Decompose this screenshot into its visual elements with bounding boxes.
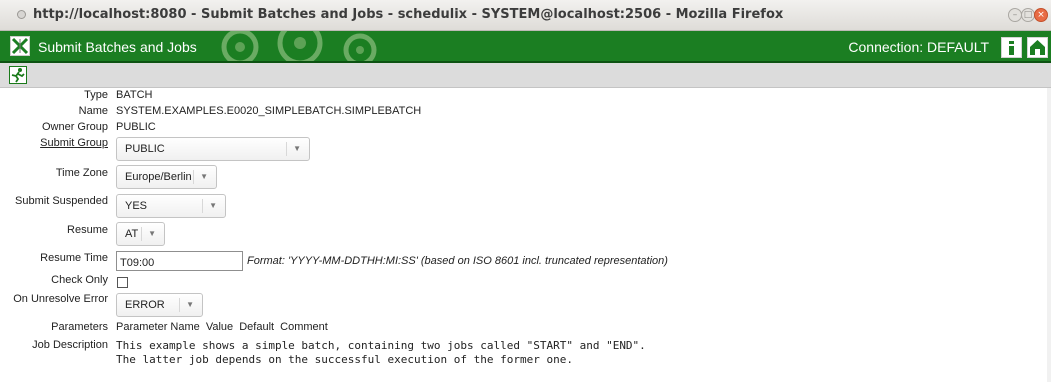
job-description-label: Job Description bbox=[32, 339, 108, 351]
submit-group-link[interactable]: Submit Group bbox=[40, 137, 108, 149]
param-col-comment: Comment bbox=[280, 321, 328, 333]
name-value: SYSTEM.EXAMPLES.E0020_SIMPLEBATCH.SIMPLE… bbox=[116, 105, 422, 117]
app-header: Submit Batches and Jobs Connection: DEFA… bbox=[0, 31, 1051, 63]
type-label: Type bbox=[84, 89, 108, 101]
resume-select[interactable]: AT ▼ bbox=[116, 222, 165, 246]
toolbar bbox=[0, 63, 1051, 88]
chevron-down-icon: ▼ bbox=[293, 144, 301, 153]
owner-group-value: PUBLIC bbox=[116, 121, 156, 133]
submit-group-selected: PUBLIC bbox=[125, 143, 165, 155]
name-label: Name bbox=[78, 105, 108, 117]
param-col-value: Value bbox=[205, 321, 234, 333]
parameters-table-header: Parameter Name Value Default Comment bbox=[116, 321, 331, 333]
on-unresolve-error-selected: ERROR bbox=[125, 299, 165, 311]
schedulix-logo-icon bbox=[10, 36, 30, 56]
run-submit-icon[interactable] bbox=[9, 66, 27, 84]
vertical-scrollbar[interactable] bbox=[1047, 88, 1051, 382]
window-title: http://localhost:8080 - Submit Batches a… bbox=[33, 7, 784, 22]
resume-time-label: Resume Time bbox=[40, 252, 108, 264]
check-only-checkbox[interactable] bbox=[117, 277, 128, 288]
connection-value: DEFAULT bbox=[927, 39, 989, 55]
parameters-label: Parameters bbox=[51, 321, 108, 333]
home-icon[interactable] bbox=[1027, 37, 1048, 58]
close-icon[interactable]: × bbox=[1034, 8, 1048, 22]
select-divider bbox=[193, 170, 194, 184]
app-title: Submit Batches and Jobs bbox=[38, 39, 197, 55]
connection-label: Connection: bbox=[848, 39, 924, 55]
chevron-down-icon: ▼ bbox=[200, 172, 208, 181]
submit-suspended-selected: YES bbox=[125, 200, 148, 212]
param-col-default: Default bbox=[239, 321, 275, 333]
chevron-down-icon: ▼ bbox=[186, 300, 194, 309]
job-description-line: This example shows a simple batch, conta… bbox=[116, 339, 646, 352]
info-icon[interactable] bbox=[1001, 37, 1022, 58]
time-zone-select[interactable]: Europe/Berlin ▼ bbox=[116, 165, 217, 189]
on-unresolve-error-label: On Unresolve Error bbox=[13, 293, 108, 305]
param-col-name: Parameter Name bbox=[116, 321, 200, 333]
window-menu-icon[interactable] bbox=[17, 10, 26, 19]
job-description-line: The latter job depends on the successful… bbox=[116, 353, 573, 366]
type-value: BATCH bbox=[116, 89, 153, 101]
gears-decoration bbox=[221, 31, 377, 61]
submit-suspended-select[interactable]: YES ▼ bbox=[116, 194, 226, 218]
resume-label: Resume bbox=[67, 224, 108, 236]
minimize-icon[interactable]: – bbox=[1008, 8, 1022, 22]
submit-group-select[interactable]: PUBLIC ▼ bbox=[116, 137, 310, 161]
resume-time-input[interactable] bbox=[116, 251, 243, 271]
owner-group-label: Owner Group bbox=[41, 121, 108, 133]
select-divider bbox=[141, 227, 142, 241]
submit-form: Type BATCH Name SYSTEM.EXAMPLES.E0020_SI… bbox=[0, 88, 1051, 382]
select-divider bbox=[286, 142, 287, 156]
on-unresolve-error-select[interactable]: ERROR ▼ bbox=[116, 293, 203, 317]
chevron-down-icon: ▼ bbox=[209, 201, 217, 210]
resume-time-format-hint: Format: 'YYYY-MM-DDTHH:MI:SS' (based on … bbox=[247, 255, 668, 267]
select-divider bbox=[202, 199, 203, 213]
select-divider bbox=[179, 298, 180, 312]
resume-selected: AT bbox=[125, 228, 139, 240]
maximize-icon[interactable]: □ bbox=[1021, 8, 1035, 22]
window-titlebar: http://localhost:8080 - Submit Batches a… bbox=[0, 0, 1051, 31]
job-description-text: This example shows a simple batch, conta… bbox=[116, 339, 646, 367]
check-only-label: Check Only bbox=[51, 274, 108, 286]
time-zone-label: Time Zone bbox=[55, 167, 108, 179]
chevron-down-icon: ▼ bbox=[148, 229, 156, 238]
connection-info: Connection: DEFAULT bbox=[848, 39, 989, 55]
submit-suspended-label: Submit Suspended bbox=[15, 195, 108, 207]
time-zone-selected: Europe/Berlin bbox=[125, 171, 192, 183]
